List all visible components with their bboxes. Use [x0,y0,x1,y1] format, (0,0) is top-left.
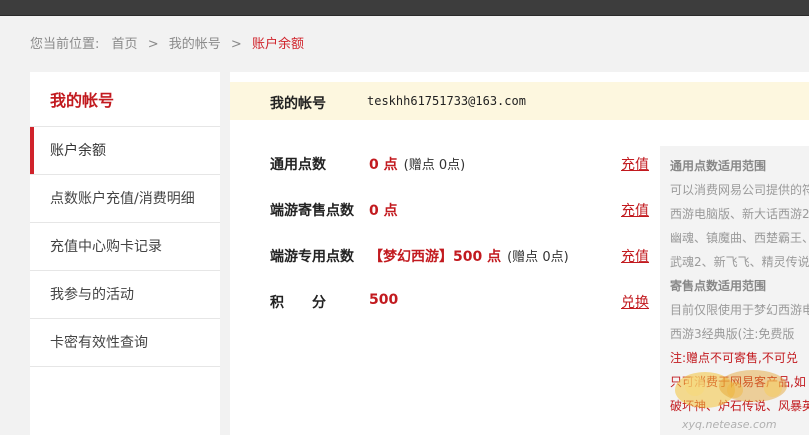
sidebar-item-balance[interactable]: 账户余额 [30,127,220,175]
general-scope-text: 西游电脑版、新大话西游2 [670,207,809,221]
credits-value: 500 [369,292,399,308]
consign-scope-text: 目前仅限使用于梦幻西游电 [670,303,809,317]
general-points-amount: 0 点 [369,157,398,173]
sidebar-item-my-activities[interactable]: 我参与的活动 [30,271,220,319]
account-label: 我的帐号 [270,96,326,112]
credits-label: 积 分 [270,295,326,311]
recharge-dedicated-link[interactable]: 充值 [621,246,649,266]
general-scope-text: 可以消费网易公司提供的符 [670,183,809,197]
general-points-value: 0 点 (赠点 0点) [369,154,465,174]
general-scope-text: 武魂2、新飞飞、精灵传说 [670,255,809,269]
dedicated-points-label: 端游专用点数 [270,249,354,265]
gift-notice-text: 注:赠点不可寄售,不可兑 [670,351,798,365]
dedicated-points-amount: 500 点 [453,249,502,265]
general-points-row: 通用点数 0 点 (赠点 0点) [270,154,650,176]
account-bar: 我的帐号 teskhh61751733@163.com [230,82,809,120]
general-scope-text: 幽魂、镇魔曲、西楚霸王、 [670,231,809,245]
breadcrumb-home-link[interactable]: 首页 [112,36,138,54]
consign-points-label: 端游寄售点数 [270,203,354,219]
sidebar: 我的帐号 账户余额 点数账户充值/消费明细 充值中心购卡记录 我参与的活动 卡密… [30,72,220,435]
dedicated-points-game: 【梦幻西游】 [369,249,453,265]
breadcrumb-prefix: 您当前位置: [30,37,100,52]
sidebar-item-card-purchases[interactable]: 充值中心购卡记录 [30,223,220,271]
usage-info-panel: 通用点数适用范围 可以消费网易公司提供的符 西游电脑版、新大话西游2 幽魂、镇魔… [660,146,809,435]
breadcrumb-current: 账户余额 [251,37,304,52]
consign-points-row: 端游寄售点数 0 点 [270,200,650,222]
gift-notice-text: 只可消费于网易客产品,如 [670,375,806,389]
general-scope-heading: 通用点数适用范围 [670,159,767,173]
consign-scope-text: 西游3经典版(注:免费版 [670,327,795,341]
consign-scope-heading: 寄售点数适用范围 [670,279,767,293]
credits-row: 积 分 500 [270,292,650,314]
consign-points-value: 0 点 [369,203,398,219]
sidebar-item-card-validity[interactable]: 卡密有效性查询 [30,319,220,367]
account-value: teskhh61751733@163.com [367,94,526,108]
top-bar [0,0,809,16]
breadcrumb: 您当前位置: 首页 > 我的帐号 > 账户余额 [30,36,304,54]
breadcrumb-account-link[interactable]: 我的帐号 [169,36,221,54]
sidebar-title: 我的帐号 [30,72,220,127]
dedicated-points-value: 【梦幻西游】500 点 (赠点 0点) [369,246,569,266]
redeem-credits-link[interactable]: 兑换 [621,292,649,312]
gift-notice-text: 破坏神、炉石传说、风暴英 [670,399,809,413]
dedicated-points-row: 端游专用点数 【梦幻西游】500 点 (赠点 0点) [270,246,650,268]
main-content: 我的帐号 teskhh61751733@163.com 通用点数 0 点 (赠点 … [230,72,809,435]
breadcrumb-separator: > [147,37,159,52]
dedicated-points-gift: (赠点 0点) [507,250,569,265]
watermark-text: xyq.netease.com [682,418,777,431]
sidebar-item-recharge-history[interactable]: 点数账户充值/消费明细 [30,175,220,223]
general-points-gift: (赠点 0点) [403,158,466,173]
recharge-general-link[interactable]: 充值 [621,154,649,174]
recharge-consign-link[interactable]: 充值 [621,200,649,220]
general-points-label: 通用点数 [270,157,326,173]
breadcrumb-separator: > [230,37,242,52]
